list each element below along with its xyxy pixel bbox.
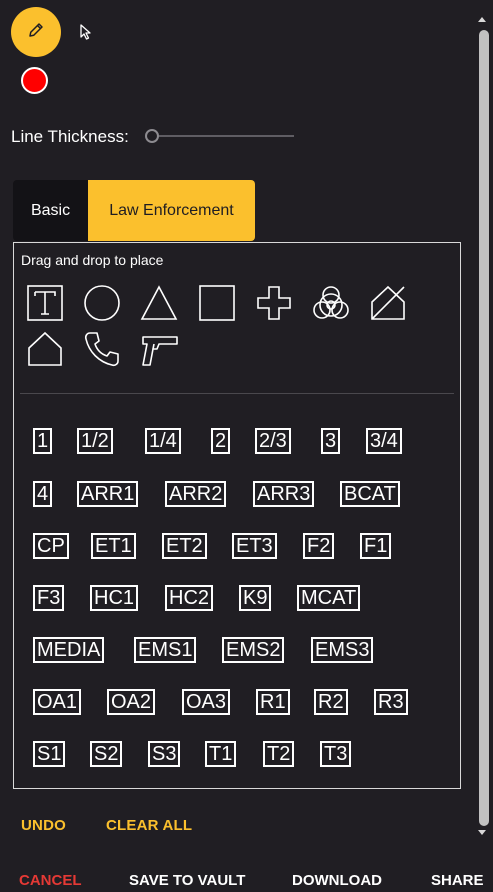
label-hc1[interactable]: HC1 — [90, 585, 139, 611]
label-et1[interactable]: ET1 — [91, 533, 136, 559]
label-t2[interactable]: T2 — [263, 741, 295, 767]
tab-basic[interactable]: Basic — [13, 180, 88, 241]
cancel-button[interactable]: CANCEL — [19, 872, 82, 889]
house-icon[interactable] — [25, 329, 65, 369]
label-arr1[interactable]: ARR1 — [77, 481, 139, 507]
label-et3[interactable]: ET3 — [232, 533, 277, 559]
shapes-panel: Drag and drop to place 1 1/2 1/4 2 2/3 3… — [13, 242, 461, 789]
label-oa3[interactable]: OA3 — [182, 689, 231, 715]
cursor-tool-button[interactable] — [78, 23, 94, 41]
pencil-tool-button[interactable] — [11, 7, 61, 57]
label-3[interactable]: 3 — [321, 428, 341, 454]
label-3-4[interactable]: 3/4 — [366, 428, 402, 454]
triangle-icon[interactable] — [139, 283, 179, 323]
line-thickness-slider-track[interactable] — [152, 135, 294, 137]
panel-divider — [20, 393, 454, 394]
undo-button[interactable]: UNDO — [21, 817, 66, 834]
label-r1[interactable]: R1 — [256, 689, 290, 715]
tab-law-enforcement[interactable]: Law Enforcement — [88, 180, 255, 241]
label-oa1[interactable]: OA1 — [33, 689, 82, 715]
label-s1[interactable]: S1 — [33, 741, 66, 767]
label-4[interactable]: 4 — [33, 481, 53, 507]
label-f1[interactable]: F1 — [360, 533, 392, 559]
cross-icon[interactable] — [254, 283, 294, 323]
label-cp[interactable]: CP — [33, 533, 69, 559]
label-arr2[interactable]: ARR2 — [165, 481, 227, 507]
label-1-2[interactable]: 1/2 — [77, 428, 113, 454]
label-1-4[interactable]: 1/4 — [145, 428, 181, 454]
label-media[interactable]: MEDIA — [33, 637, 105, 663]
label-s3[interactable]: S3 — [148, 741, 181, 767]
label-mcat[interactable]: MCAT — [297, 585, 361, 611]
text-tool-icon[interactable] — [25, 283, 65, 323]
shape-category-tabs: Basic Law Enforcement — [13, 180, 255, 241]
label-r2[interactable]: R2 — [314, 689, 348, 715]
clear-all-button[interactable]: CLEAR ALL — [106, 817, 192, 834]
biohazard-icon[interactable] — [311, 283, 351, 323]
label-ems2[interactable]: EMS2 — [222, 637, 285, 663]
label-bcat[interactable]: BCAT — [340, 481, 400, 507]
label-oa2[interactable]: OA2 — [107, 689, 156, 715]
circle-icon[interactable] — [82, 283, 122, 323]
label-2[interactable]: 2 — [211, 428, 231, 454]
share-button[interactable]: SHARE — [431, 872, 484, 889]
download-button[interactable]: DOWNLOAD — [292, 872, 382, 889]
phone-icon[interactable] — [82, 329, 122, 369]
scrollbar-thumb[interactable] — [479, 30, 489, 826]
label-s2[interactable]: S2 — [90, 741, 123, 767]
gun-icon[interactable] — [139, 329, 179, 369]
label-t3[interactable]: T3 — [320, 741, 352, 767]
label-arr3[interactable]: ARR3 — [253, 481, 315, 507]
label-ems3[interactable]: EMS3 — [311, 637, 374, 663]
label-hc2[interactable]: HC2 — [165, 585, 214, 611]
label-k9[interactable]: K9 — [239, 585, 272, 611]
label-et2[interactable]: ET2 — [162, 533, 207, 559]
label-r3[interactable]: R3 — [374, 689, 408, 715]
square-icon[interactable] — [197, 283, 237, 323]
color-picker-swatch[interactable] — [21, 67, 48, 94]
label-2-3[interactable]: 2/3 — [255, 428, 291, 454]
cursor-arrow-icon — [78, 24, 94, 45]
drag-drop-hint: Drag and drop to place — [21, 252, 164, 268]
save-to-vault-button[interactable]: SAVE TO VAULT — [129, 872, 245, 889]
label-t1[interactable]: T1 — [205, 741, 237, 767]
label-ems1[interactable]: EMS1 — [134, 637, 197, 663]
pencil-icon — [27, 21, 45, 44]
label-1[interactable]: 1 — [33, 428, 53, 454]
house-crossed-icon[interactable] — [368, 283, 408, 323]
label-f2[interactable]: F2 — [303, 533, 335, 559]
label-f3[interactable]: F3 — [33, 585, 65, 611]
line-thickness-label: Line Thickness: — [11, 127, 129, 146]
line-thickness-slider-thumb[interactable] — [145, 129, 159, 143]
